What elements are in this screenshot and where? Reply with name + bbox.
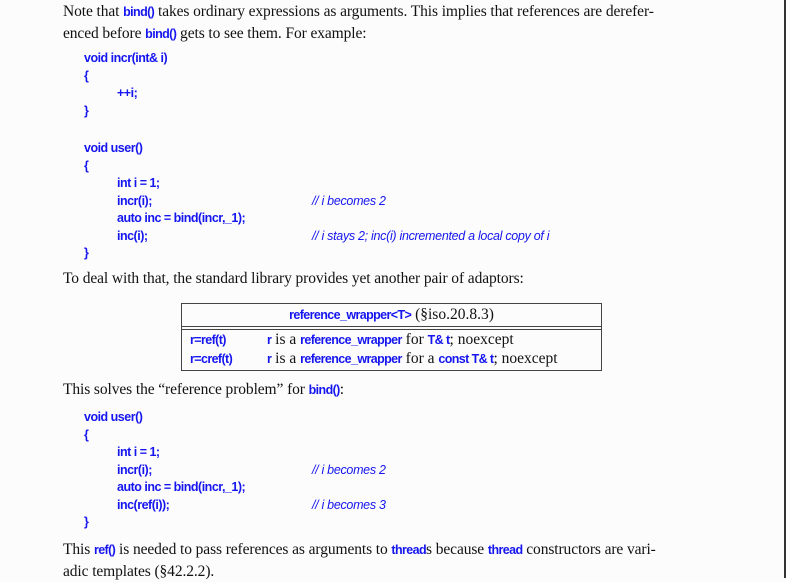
code-thread: thread — [487, 543, 523, 557]
code-line: void user() — [84, 140, 245, 158]
code-text: int i = 1; — [117, 176, 160, 190]
code-text: { — [84, 158, 89, 173]
code-thread: thread — [391, 543, 427, 557]
code-line: { — [84, 158, 245, 176]
code-text: void user() — [84, 410, 143, 424]
code-text: ++i; — [117, 86, 138, 100]
code-bind: bind() — [308, 383, 341, 397]
reference-wrapper-table: reference_wrapper<T> (§iso.20.8.3) r=ref… — [181, 303, 602, 371]
code-block-user: void user() { int i = 1; incr(i); // i becom… — [84, 140, 549, 263]
code-comment: // i stays 2; inc(i) incremented a local… — [312, 228, 550, 243]
code-line: { — [84, 427, 245, 445]
code-line: incr(i); // i becomes 2 — [84, 193, 386, 211]
code-text: void user() — [84, 141, 143, 155]
table-row: r=cref(t) r is a reference_wrapper for a … — [182, 350, 601, 369]
code-text: } — [84, 515, 89, 529]
code-line: } — [84, 103, 167, 121]
table-row: r=ref(t) r is a reference_wrapper for T& … — [182, 331, 601, 350]
code-line: auto inc = bind(incr,_1); — [84, 479, 246, 497]
code-comment: // i becomes 3 — [312, 497, 386, 512]
code-text: inc(i); — [117, 228, 148, 243]
code-text: } — [84, 246, 89, 260]
paragraph-adaptors: To deal with that, the standard library … — [63, 270, 524, 287]
table-description: r is a reference_wrapper for a const T& … — [267, 349, 558, 367]
code-line: int i = 1; — [84, 444, 245, 462]
code-text: incr(i); — [117, 462, 152, 477]
code-comment: // i becomes 2 — [312, 193, 386, 208]
code-text: int i = 1; — [117, 445, 160, 459]
code-line: } — [84, 514, 245, 532]
code-line: } — [84, 245, 245, 263]
code-text: { — [84, 68, 89, 83]
table-description: r is a reference_wrapper for T& t; noexc… — [267, 331, 514, 348]
paragraph-solution: This solves the “reference problem” for … — [63, 381, 344, 398]
code-text: inc(ref(i)); — [117, 497, 170, 512]
code-bind: bind() — [123, 5, 155, 19]
table-key: r=ref(t) — [190, 333, 226, 347]
code-text: auto inc = bind(incr,_1); — [117, 480, 246, 494]
code-line: void user() — [84, 409, 245, 427]
table-header: reference_wrapper<T> (§iso.20.8.3) — [182, 304, 601, 327]
code-line: incr(i); // i becomes 2 — [84, 462, 386, 480]
paragraph-threads: This ref() is needed to pass references … — [63, 541, 656, 580]
paragraph-intro: Note that bind() takes ordinary expressi… — [63, 3, 654, 42]
code-text: auto inc = bind(incr,_1); — [117, 211, 246, 225]
code-line: void incr(int& i) — [84, 50, 168, 68]
code-text: { — [84, 427, 89, 442]
table-key: r=cref(t) — [190, 351, 233, 366]
code-block-incr: void incr(int& i) { ++i;} — [84, 50, 168, 121]
code-bind: bind() — [145, 27, 177, 41]
code-text: } — [84, 103, 89, 118]
code-text: void incr(int& i) — [84, 51, 168, 65]
code-line: inc(i); // i stays 2; inc(i) incremented … — [84, 228, 549, 246]
code-block-user-ref: void user() { int i = 1; incr(i); // i becom… — [84, 409, 386, 532]
code-comment: // i becomes 2 — [312, 462, 386, 477]
code-ref: ref() — [93, 543, 116, 557]
code-line: int i = 1; — [84, 175, 245, 193]
code-line: auto inc = bind(incr,_1); — [84, 210, 246, 228]
code-line: inc(ref(i)); // i becomes 3 — [84, 497, 386, 515]
code-line: ++i; — [84, 85, 167, 103]
code-line: { — [84, 68, 167, 86]
code-text: incr(i); — [117, 193, 152, 208]
